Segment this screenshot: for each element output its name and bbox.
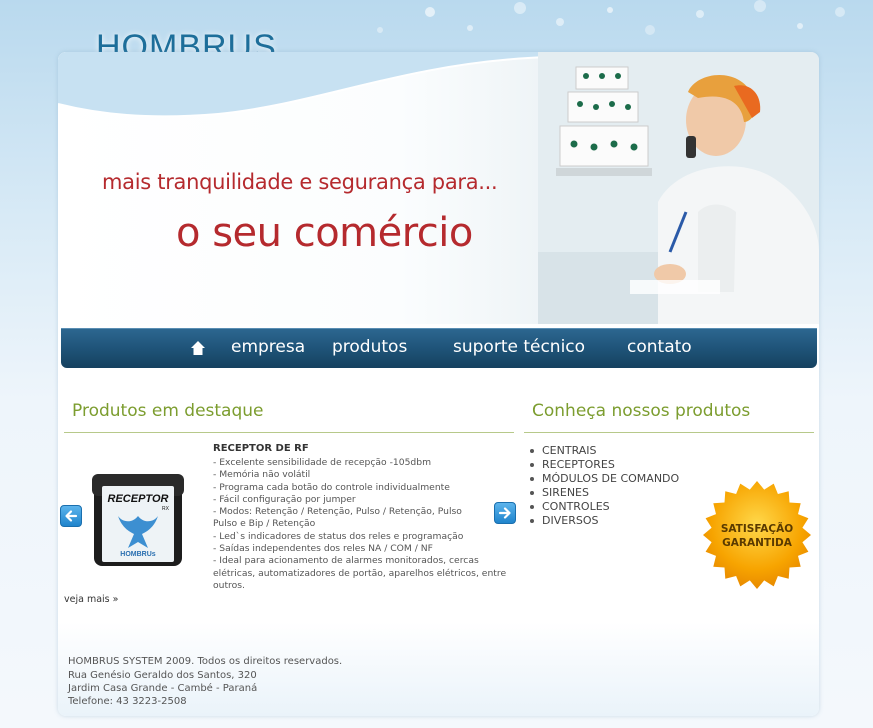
footer-copyright: HOMBRUS SYSTEM 2009. Todos os direitos r… bbox=[68, 656, 343, 667]
seal-line1: SATISFAÇÃO bbox=[721, 522, 793, 535]
hero-headline: o seu comércio bbox=[176, 210, 473, 256]
catalog-list: CENTRAIS RECEPTORES MÓDULOS DE COMANDO S… bbox=[528, 444, 679, 528]
featured-title: Produtos em destaque bbox=[72, 401, 264, 421]
product-feature-line: - Programa cada botão do controle indivi… bbox=[213, 481, 450, 493]
product-feature-line: - Saídas independentes dos reles NA / CO… bbox=[213, 543, 433, 555]
product-description: - Excelente sensibilidade de recepção -1… bbox=[213, 457, 507, 592]
product-feature-line: - Ideal para acionamento de alarmes moni… bbox=[213, 555, 479, 567]
product-image-receptor[interactable]: RECEPTOR RX HOMBRUs bbox=[92, 472, 184, 568]
seal-line2: GARANTIDA bbox=[722, 537, 793, 549]
product-feature-line: outros. bbox=[213, 579, 245, 591]
product-label-sub: RX bbox=[162, 506, 170, 512]
satisfaction-guaranteed-seal: SATISFAÇÃO GARANTIDA bbox=[703, 481, 811, 589]
catalog-item-diversos[interactable]: DIVERSOS bbox=[528, 514, 679, 528]
see-more-link[interactable]: veja mais » bbox=[64, 594, 118, 605]
footer: HOMBRUS SYSTEM 2009. Todos os direitos r… bbox=[58, 622, 819, 716]
product-feature-line: - Fácil configuração por jumper bbox=[213, 493, 356, 505]
catalog-title: Conheça nossos produtos bbox=[532, 401, 751, 421]
home-icon[interactable] bbox=[190, 340, 206, 356]
catalog-item-sirenes[interactable]: SIRENES bbox=[528, 486, 679, 500]
catalog-divider bbox=[524, 432, 814, 433]
catalog-item-receptores[interactable]: RECEPTORES bbox=[528, 458, 679, 472]
footer-address-street: Rua Genésio Geraldo dos Santos, 320 bbox=[68, 670, 257, 681]
catalog-item-centrais[interactable]: CENTRAIS bbox=[528, 444, 679, 458]
footer-phone: Telefone: 43 3223-2508 bbox=[68, 696, 187, 707]
hero-tagline: mais tranquilidade e segurança para... bbox=[102, 170, 498, 194]
catalog-item-controles[interactable]: CONTROLES bbox=[528, 500, 679, 514]
next-product-button[interactable] bbox=[494, 502, 516, 524]
footer-address-city: Jardim Casa Grande - Cambé - Paraná bbox=[68, 683, 258, 694]
prev-product-button[interactable] bbox=[60, 505, 82, 527]
product-feature-line: - Memória não volátil bbox=[213, 469, 311, 481]
product-feature-line: elétricas, automatizadores de portão, ap… bbox=[213, 567, 507, 579]
nav-suporte-tecnico[interactable]: suporte técnico bbox=[453, 337, 585, 357]
product-feature-line: - Excelente sensibilidade de recepção -1… bbox=[213, 457, 432, 468]
hero-banner: mais tranquilidade e segurança para... o… bbox=[58, 52, 819, 324]
featured-divider bbox=[64, 432, 514, 433]
nav-empresa[interactable]: empresa bbox=[231, 337, 305, 357]
arrow-right-icon bbox=[498, 507, 511, 519]
product-label-text: RECEPTOR bbox=[108, 493, 169, 505]
product-feature-line: - Led`s indicadores de status dos reles … bbox=[213, 530, 464, 542]
main-nav: empresa produtos suporte técnico contato bbox=[61, 328, 817, 368]
product-label-brand: HOMBRUs bbox=[120, 551, 155, 558]
arrow-left-icon bbox=[65, 510, 78, 522]
catalog-item-modulos-de-comando[interactable]: MÓDULOS DE COMANDO bbox=[528, 472, 679, 486]
product-title: RECEPTOR DE RF bbox=[213, 443, 309, 454]
nav-contato[interactable]: contato bbox=[627, 337, 692, 357]
product-feature-line: Pulso e Bip / Retenção bbox=[213, 518, 316, 530]
product-feature-line: - Modos: Retenção / Retenção, Pulso / Re… bbox=[213, 506, 462, 518]
nav-produtos[interactable]: produtos bbox=[332, 337, 407, 357]
page-card: mais tranquilidade e segurança para... o… bbox=[58, 52, 819, 716]
baker-phone-photo bbox=[538, 52, 819, 324]
